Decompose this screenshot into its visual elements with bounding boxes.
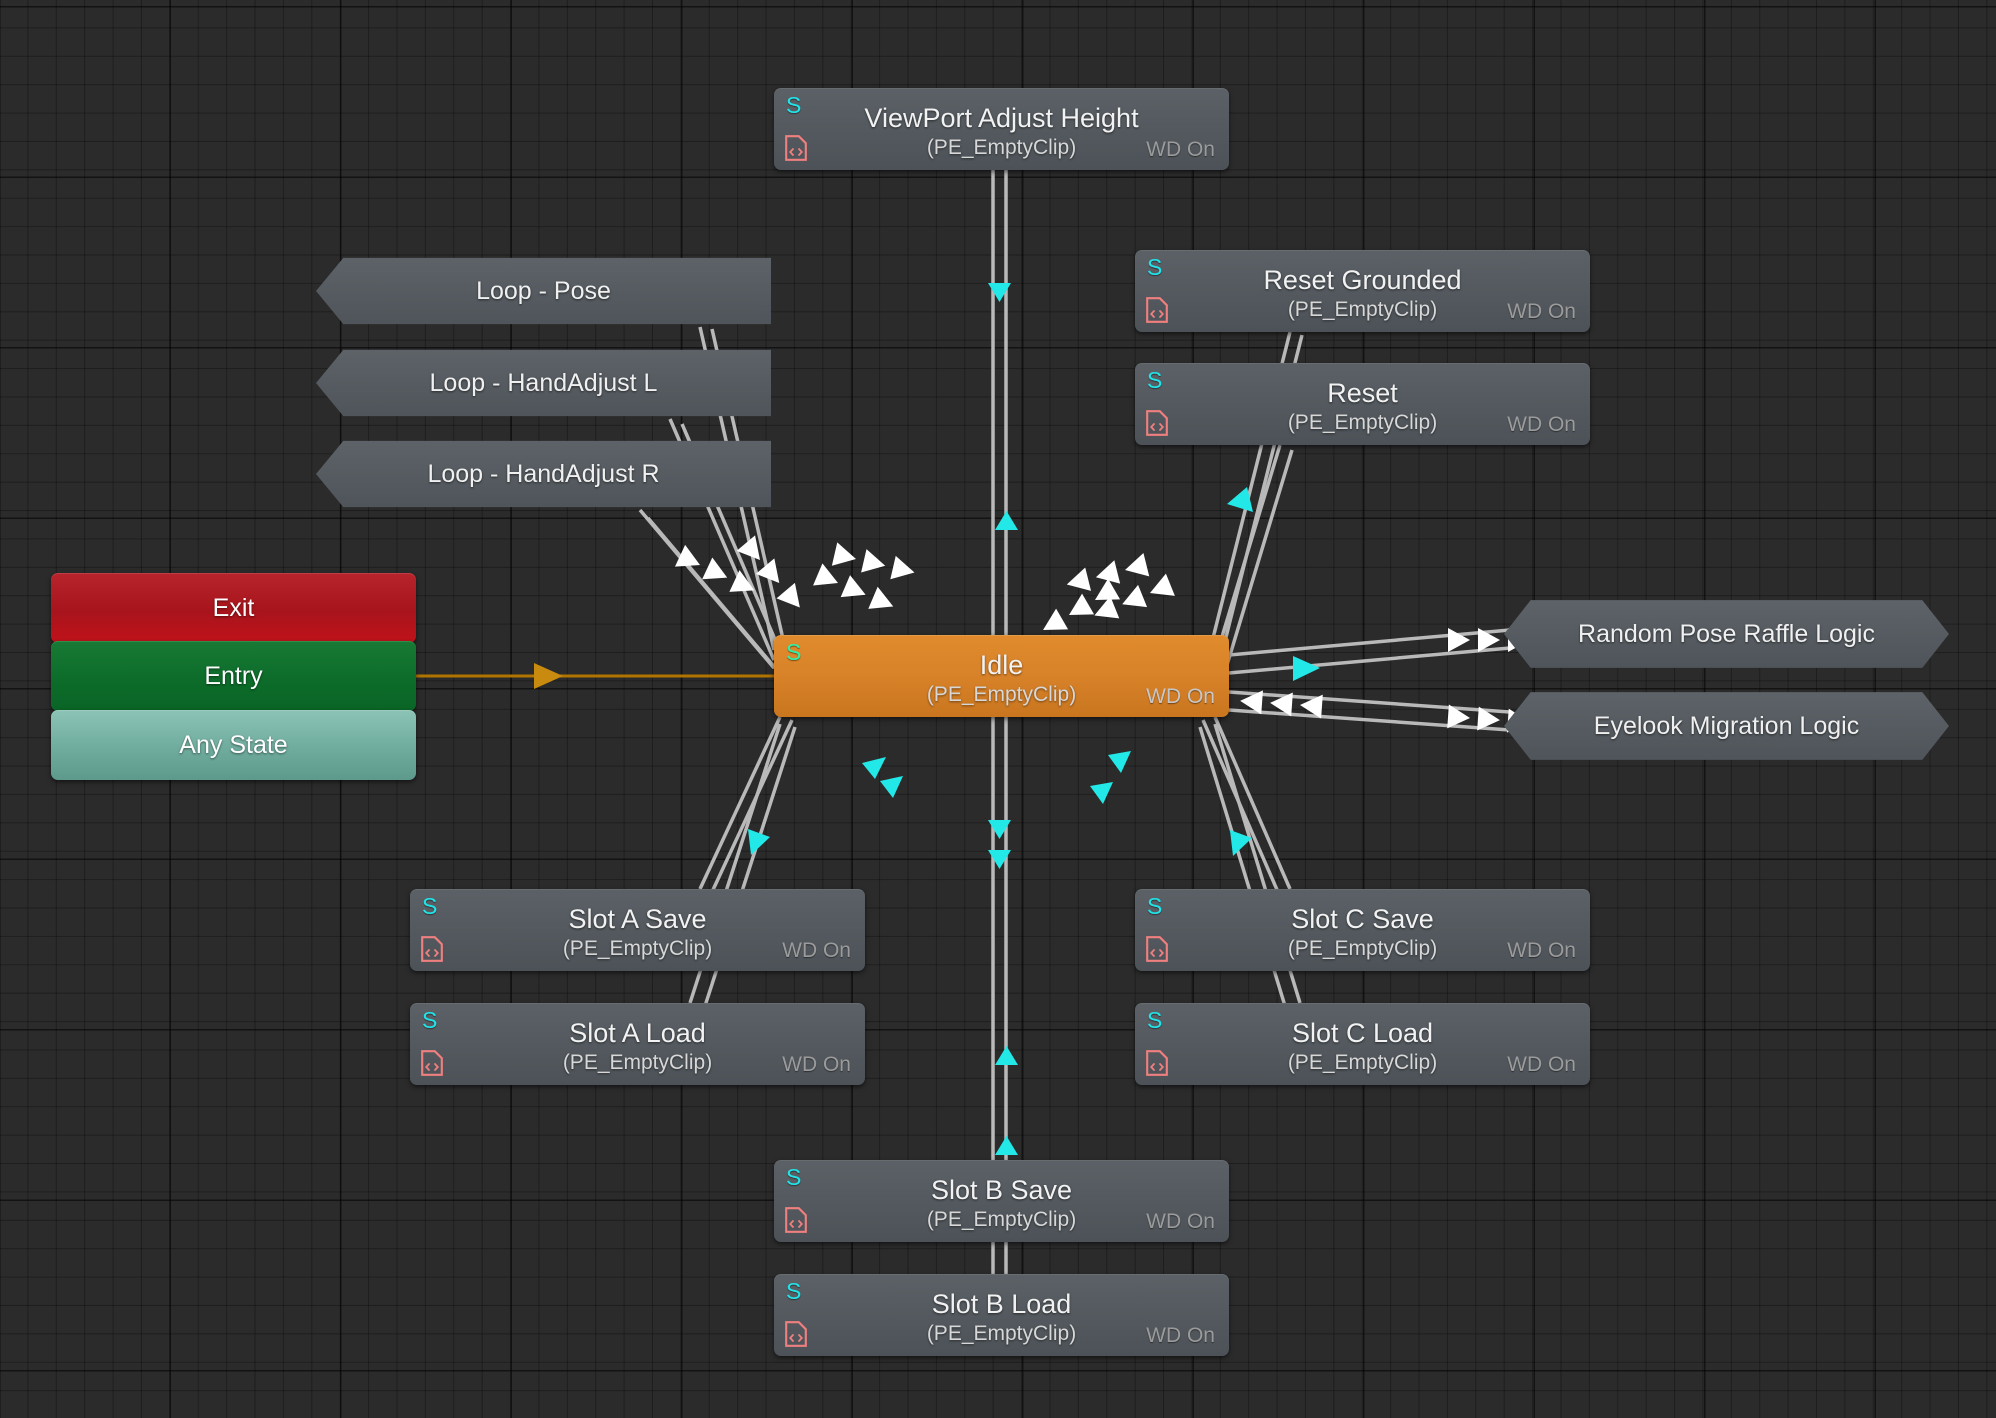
state-title: Slot C Load	[1291, 1018, 1434, 1048]
transition-idle-viewport[interactable]	[988, 170, 1018, 635]
state-title: Idle	[979, 650, 1024, 680]
node-any-state-label: Any State	[179, 730, 288, 759]
transition-idle-slotb[interactable]	[988, 717, 1018, 1160]
node-eyelook-migration-logic-label: Eyelook Migration Logic	[1593, 711, 1860, 740]
node-slot-c-load[interactable]: S Slot C Load (PE_EmptyClip) WD On	[1135, 1003, 1590, 1085]
node-random-pose-raffle-logic-label: Random Pose Raffle Logic	[1578, 619, 1875, 648]
transition-idle-reset[interactable]	[1090, 444, 1294, 666]
node-loop-pose[interactable]: Loop - Pose	[316, 257, 771, 325]
node-loop-pose-label: Loop - Pose	[476, 276, 611, 305]
transition-idle-random-pose[interactable]	[1228, 628, 1530, 681]
state-title: Reset Grounded	[1263, 265, 1462, 295]
state-title: ViewPort Adjust Height	[864, 103, 1139, 133]
state-wd-label: WD On	[1507, 1053, 1576, 1076]
node-loop-handadjust-r[interactable]: Loop - HandAdjust R	[316, 440, 771, 508]
state-wd-label: WD On	[782, 1053, 851, 1076]
node-exit-label: Exit	[212, 593, 255, 622]
state-wd-label: WD On	[1507, 413, 1576, 436]
node-slot-a-save[interactable]: S Slot A Save (PE_EmptyClip) WD On	[410, 889, 865, 971]
node-slot-a-load[interactable]: S Slot A Load (PE_EmptyClip) WD On	[410, 1003, 865, 1085]
state-wd-label: WD On	[1146, 685, 1215, 708]
node-slot-c-save[interactable]: S Slot C Save (PE_EmptyClip) WD On	[1135, 889, 1590, 971]
state-title: Slot B Load	[931, 1289, 1072, 1319]
state-wd-label: WD On	[1146, 138, 1215, 161]
node-eyelook-migration-logic[interactable]: Eyelook Migration Logic	[1504, 692, 1949, 760]
node-loop-handadjust-l[interactable]: Loop - HandAdjust L	[316, 349, 771, 417]
transition-idle-slot-a-save[interactable]	[698, 716, 886, 893]
node-slot-b-load[interactable]: S Slot B Load (PE_EmptyClip) WD On	[774, 1274, 1229, 1356]
state-title: Reset	[1327, 378, 1398, 408]
node-entry[interactable]: Entry	[51, 641, 416, 711]
state-title: Slot A Save	[568, 904, 707, 934]
node-slot-b-save[interactable]: S Slot B Save (PE_EmptyClip) WD On	[774, 1160, 1229, 1242]
node-reset[interactable]: S Reset (PE_EmptyClip) WD On	[1135, 363, 1590, 445]
transition-entry-to-idle[interactable]	[416, 663, 774, 689]
node-random-pose-raffle-logic[interactable]: Random Pose Raffle Logic	[1504, 600, 1949, 668]
state-title: Slot A Load	[569, 1018, 706, 1048]
node-viewport-adjust-height[interactable]: S ViewPort Adjust Height (PE_EmptyClip) …	[774, 88, 1229, 170]
state-wd-label: WD On	[1507, 300, 1576, 323]
node-entry-label: Entry	[204, 661, 263, 690]
state-wd-label: WD On	[782, 939, 851, 962]
state-wd-label: WD On	[1146, 1324, 1215, 1347]
node-any-state[interactable]: Any State	[51, 710, 416, 780]
node-reset-grounded[interactable]: S Reset Grounded (PE_EmptyClip) WD On	[1135, 250, 1590, 332]
state-title: Slot B Save	[930, 1175, 1073, 1205]
transition-idle-slot-c-save[interactable]	[1108, 716, 1292, 893]
transition-idle-eyelook[interactable]	[1228, 689, 1531, 734]
state-wd-label: WD On	[1146, 1210, 1215, 1233]
node-exit[interactable]: Exit	[51, 573, 416, 643]
node-idle[interactable]: S Idle (PE_EmptyClip) WD On	[774, 635, 1229, 717]
node-loop-handadjust-r-label: Loop - HandAdjust R	[427, 459, 660, 488]
animator-graph-canvas[interactable]: Exit Entry Any State Loop - Pose Loop - …	[0, 0, 1996, 1418]
state-wd-label: WD On	[1507, 939, 1576, 962]
node-loop-handadjust-l-label: Loop - HandAdjust L	[429, 368, 658, 397]
state-title: Slot C Save	[1291, 904, 1434, 934]
